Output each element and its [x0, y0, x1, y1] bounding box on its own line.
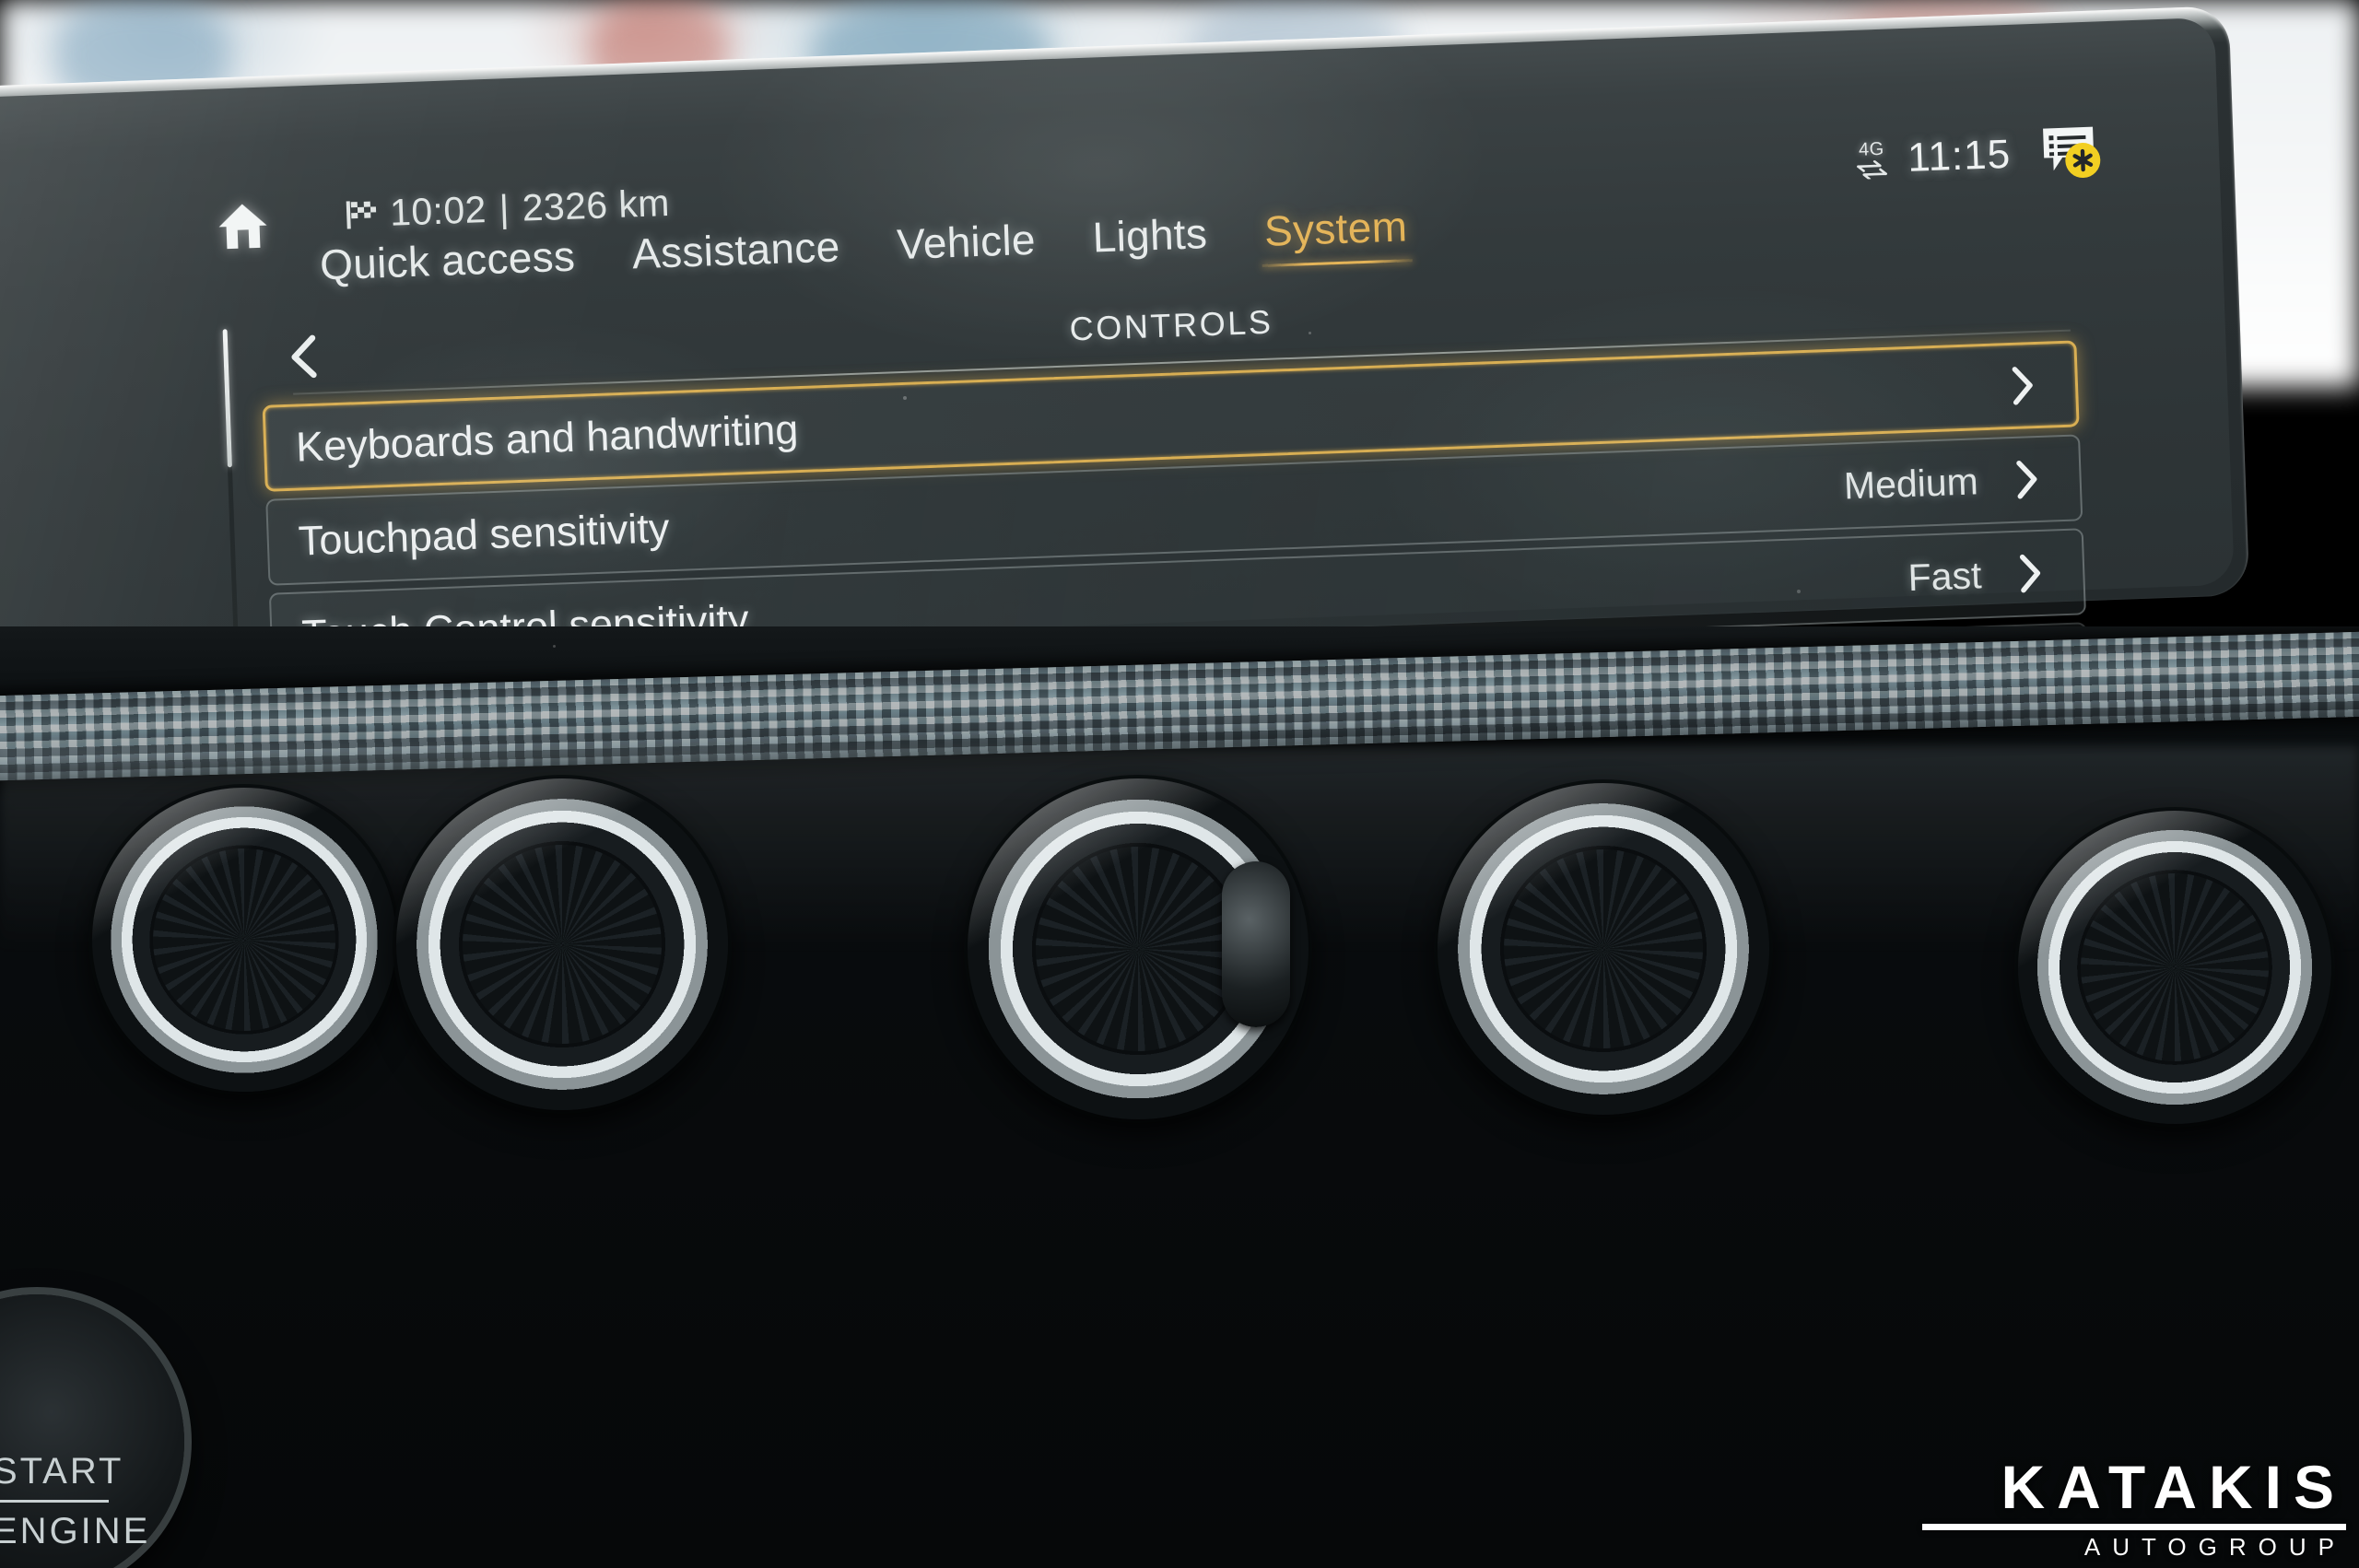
controls-panel: CONTROLS Keyboards and handwriting Touch… [222, 263, 2088, 720]
dust-speck [1309, 332, 1311, 334]
chevron-right-icon [2012, 367, 2033, 405]
status-cluster: 4G 11:15 [1855, 123, 2106, 189]
list-item-label: Keyboards and handwriting [295, 405, 800, 471]
network-label: 4G [1858, 138, 1885, 160]
watermark-brand: KATAKIS [2001, 1453, 2346, 1521]
trip-distance: 2326 km [521, 181, 671, 229]
scrollbar-thumb[interactable] [222, 329, 232, 468]
air-vent-1[interactable] [92, 788, 396, 1092]
engine-start-stop-label: START ENGINE [0, 1448, 177, 1554]
list-item-right: Medium [1843, 457, 2039, 508]
message-notification-icon [2043, 126, 2101, 179]
list-item-right: Fast [1907, 551, 2043, 599]
mbux-ui: 10:02 | 2326 km 4G 11:15 Quick access As… [160, 110, 2139, 720]
list-item-label: Touchpad sensitivity [297, 504, 671, 565]
vent-control-knob[interactable] [1222, 861, 1290, 1027]
clock: 11:15 [1907, 131, 2012, 181]
tab-quick-access[interactable]: Quick access [319, 231, 576, 299]
dust-speck [903, 396, 907, 400]
home-button[interactable] [186, 180, 299, 272]
checkered-flag-icon [346, 200, 377, 228]
list-item-right [2010, 365, 2036, 406]
data-transfer-icon [1857, 159, 1888, 180]
tab-assistance[interactable]: Assistance [631, 221, 841, 287]
list-item-value: Fast [1907, 553, 1983, 599]
label-divider [0, 1500, 109, 1503]
trip-separator: | [498, 187, 511, 230]
air-vent-5[interactable] [2018, 811, 2331, 1124]
trip-time: 10:02 [389, 188, 487, 234]
engine-label: ENGINE [0, 1511, 151, 1551]
chevron-right-icon [2016, 460, 2037, 499]
infotainment-display: 10:02 | 2326 km 4G 11:15 Quick access As… [0, 5, 2288, 732]
notification-button[interactable] [2037, 123, 2106, 182]
vent-highlight [396, 778, 728, 1110]
dust-speck [1797, 590, 1801, 593]
tab-lights[interactable]: Lights [1092, 208, 1209, 271]
watermark-tagline: AUTOGROUP [2083, 1533, 2346, 1561]
vent-highlight [2018, 811, 2331, 1124]
list-item-value: Medium [1843, 459, 1979, 508]
home-icon [218, 204, 267, 250]
dashboard [0, 626, 2359, 1568]
watermark: KATAKIS AUTOGROUP [1885, 1457, 2346, 1559]
dust-speck [553, 645, 556, 648]
tab-system[interactable]: System [1263, 201, 1408, 265]
vent-highlight [92, 788, 396, 1092]
air-vent-4[interactable] [1438, 783, 1769, 1115]
tab-vehicle[interactable]: Vehicle [896, 215, 1037, 278]
air-vent-2[interactable] [396, 778, 728, 1110]
list-scrollbar[interactable] [222, 329, 240, 652]
screenshot-root: 10:02 | 2326 km 4G 11:15 Quick access As… [0, 0, 2359, 1568]
network-indicator: 4G [1856, 138, 1888, 180]
chevron-right-icon [2019, 554, 2041, 593]
vent-highlight [1438, 783, 1769, 1115]
watermark-rule [1922, 1524, 2346, 1530]
trip-info: 10:02 | 2326 km [345, 181, 671, 237]
start-label: START [0, 1451, 124, 1492]
